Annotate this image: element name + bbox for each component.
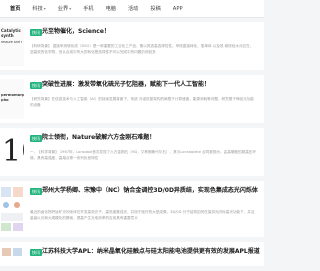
- article-title[interactable]: 江苏科技大学APL：纳米晶氧化硅触点与硅太阳能电池提供更有效的发展APL报道: [42, 247, 260, 266]
- article-card[interactable]: 10 快讯 院士领衔，Nature破解六方金刚石难题！ 一、【科学背景】 196…: [0, 128, 264, 176]
- nav-app[interactable]: APP: [173, 4, 183, 14]
- nav-computer[interactable]: 电脑: [106, 4, 116, 14]
- article-tag: 快讯: [30, 135, 42, 142]
- thumbnail-text: 10: [2, 134, 24, 169]
- chevron-down-icon: ▾: [69, 6, 72, 11]
- article-list: Catalytic synth ressure and r 快讯 光至物催化，S…: [0, 22, 264, 271]
- article-tag: 快讯: [30, 188, 42, 195]
- article-summary: 【研究背景】在信息技术与人工智能（AI）的持续发展背景下，传统 冯诺依曼架构的局…: [30, 97, 254, 107]
- article-summary: 一、【科学背景】 1967年，Lonsdale首次发现了六方金刚石（HD，又称朗…: [30, 150, 256, 160]
- chevron-down-icon: ▾: [43, 6, 46, 11]
- thumbnail-text: Catalytic synth: [1, 28, 21, 38]
- thumbnail-text: permomorphic pho: [1, 93, 24, 102]
- article-thumbnail[interactable]: 10: [0, 132, 24, 172]
- article-tag: 快讯: [30, 249, 42, 256]
- article-card[interactable]: 快讯 郑州大学杨卿、宋豫中（NC）钠合金调控3D/0D异质结，实现色集成态光闪烁…: [0, 181, 264, 237]
- article-thumbnail[interactable]: [0, 246, 24, 266]
- top-navigation-bar: 首页 科技▾ 业界▾ 手机 电脑 活动 投稿 APP: [0, 0, 264, 18]
- nav-phone[interactable]: 手机: [83, 4, 93, 14]
- figure-image-icon: [2, 248, 22, 256]
- article-thumbnail[interactable]: [0, 185, 24, 233]
- article-card[interactable]: 快讯 江苏科技大学APL：纳米晶氧化硅触点与硅太阳能电池提供更有效的发展APL报…: [0, 242, 264, 266]
- article-title[interactable]: 郑州大学杨卿、宋豫中（NC）钠合金调控3D/0D异质结，实现色集成态光闪烁体: [42, 186, 260, 206]
- article-title[interactable]: 突破性进展：激发带氧化硫光子忆阻器，赋能下一代人工智能！: [42, 80, 260, 90]
- article-card[interactable]: permomorphic pho 快讯 突破性进展：激发带氧化硫光子忆阻器，赋能…: [0, 75, 264, 123]
- nav-events[interactable]: 活动: [128, 4, 138, 14]
- thumbnail-text: ressure and r: [1, 40, 23, 44]
- nav-tech[interactable]: 科技▾: [32, 4, 45, 14]
- nav-home[interactable]: 首页: [10, 4, 20, 14]
- nav-industry[interactable]: 业界▾: [58, 4, 71, 14]
- article-thumbnail[interactable]: permomorphic pho: [0, 79, 24, 119]
- main-nav: 首页 科技▾ 业界▾ 手机 电脑 活动 投稿 APP: [10, 4, 195, 14]
- article-title[interactable]: 光至物催化，Science！: [42, 27, 260, 37]
- article-title[interactable]: 院士领衔，Nature破解六方金刚石难题！: [42, 133, 260, 143]
- nav-submit[interactable]: 投稿: [150, 4, 160, 14]
- nav-industry-label: 业界: [57, 6, 69, 12]
- figure-image-icon: [1, 187, 23, 231]
- article-thumbnail[interactable]: Catalytic synth ressure and r: [0, 26, 24, 66]
- nav-tech-label: 科技: [32, 6, 43, 12]
- article-tag: 快讯: [30, 29, 42, 36]
- article-summary: 【科研背景】 直接甲烷转化成（DSO）是一种重要的工业化工产品，素以其选高选择性…: [30, 44, 254, 54]
- article-card[interactable]: Catalytic synth ressure and r 快讯 光至物催化，S…: [0, 22, 264, 70]
- article-tag: 快讯: [30, 82, 42, 89]
- article-summary: 最近的卤化物钙钛矿光闪烁体在开发高效光子，高亮度集成光，并用于医疗的大型成像，3…: [30, 210, 255, 220]
